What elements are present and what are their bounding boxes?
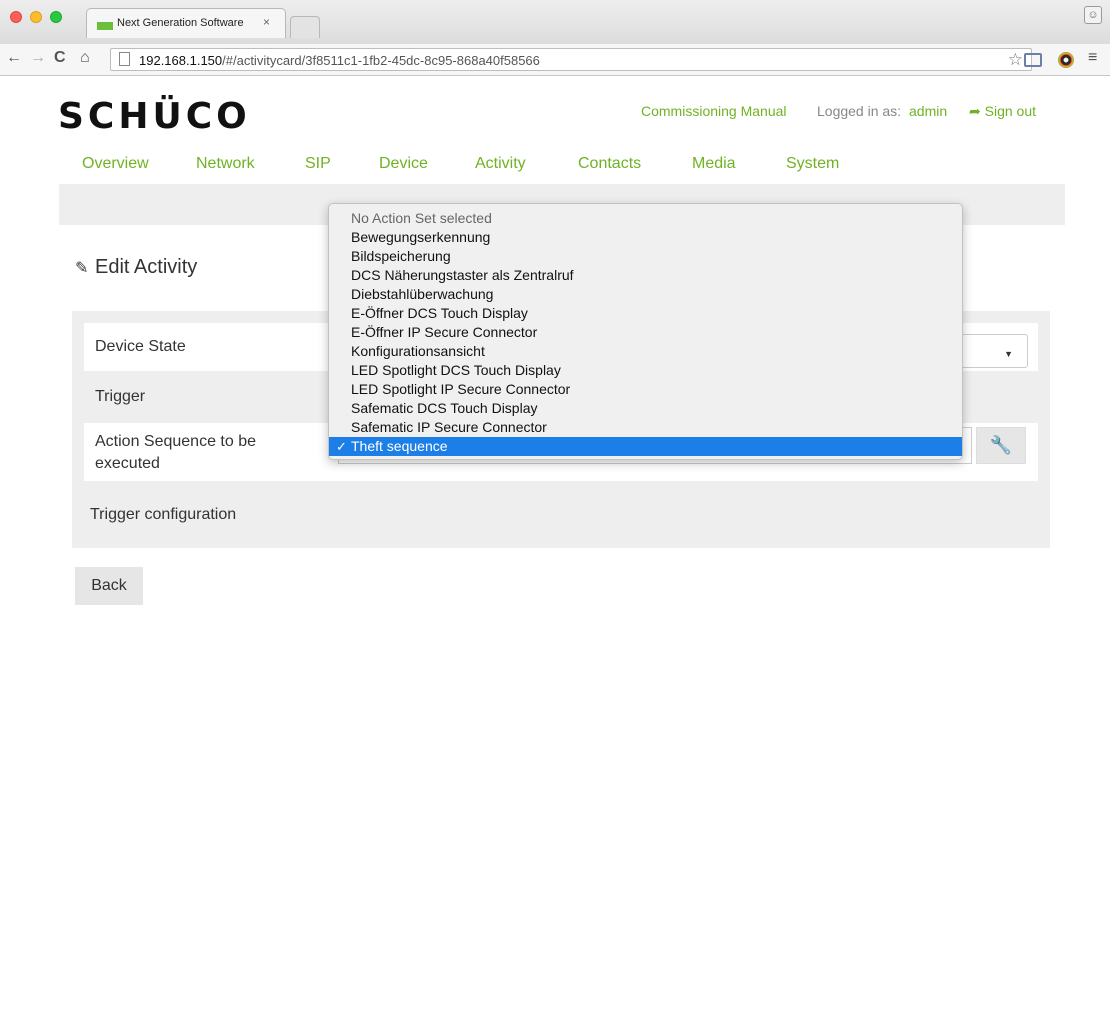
cast-icon[interactable] (1024, 53, 1042, 67)
forward-arrow-icon[interactable]: → (30, 49, 46, 67)
caret-down-icon: ▼ (1004, 349, 1013, 359)
dropdown-option[interactable]: LED Spotlight IP Secure Connector (329, 380, 962, 399)
bookmark-star-icon[interactable]: ☆ (1008, 50, 1023, 70)
nav-network[interactable]: Network (196, 155, 255, 173)
nav-contacts[interactable]: Contacts (578, 155, 641, 173)
trigger-configuration-label: Trigger configuration (90, 506, 237, 523)
dropdown-option[interactable]: LED Spotlight DCS Touch Display (329, 361, 962, 380)
back-arrow-icon[interactable]: ← (6, 49, 22, 67)
dropdown-option[interactable]: Konfigurationsansicht (329, 342, 962, 361)
page-title: ✎ Edit Activity (75, 256, 197, 279)
dropdown-option[interactable]: Safematic DCS Touch Display (329, 399, 962, 418)
url-text: 192.168.1.150/#/activitycard/3f8511c1-1f… (139, 53, 540, 68)
dropdown-option[interactable]: Bewegungserkennung (329, 228, 962, 247)
dropdown-option[interactable]: No Action Set selected (329, 209, 962, 228)
browser-toolbar: ← → C ⌂ 192.168.1.150/#/activitycard/3f8… (0, 44, 1110, 76)
nav-device[interactable]: Device (379, 155, 428, 173)
back-button[interactable]: Back (75, 567, 143, 605)
extension-icon[interactable] (1058, 52, 1074, 68)
selected-option-label: Theft sequence (351, 438, 448, 454)
commissioning-manual-link[interactable]: Commissioning Manual (641, 103, 787, 119)
dropdown-option[interactable]: Bildspeicherung (329, 247, 962, 266)
url-host: 192.168.1.150 (139, 53, 223, 68)
check-icon: ✓ (336, 439, 347, 454)
home-icon[interactable]: ⌂ (80, 49, 90, 67)
schueco-logo: SCHÜCO (58, 96, 251, 137)
close-window-button[interactable] (10, 11, 22, 23)
nav-system[interactable]: System (786, 155, 839, 173)
nav-overview[interactable]: Overview (82, 155, 149, 173)
wrench-icon: 🔧 (989, 435, 1013, 455)
profile-icon[interactable]: ☺ (1084, 6, 1102, 24)
device-state-label: Device State (95, 338, 186, 355)
configure-button[interactable]: 🔧 (976, 427, 1026, 464)
url-path: /#/activitycard/3f8511c1-1fb2-45dc-8c95-… (222, 53, 540, 68)
dropdown-option-selected[interactable]: ✓ Theft sequence (329, 437, 962, 456)
page-title-text: Edit Activity (95, 256, 198, 278)
user-link[interactable]: admin (909, 103, 947, 119)
sign-out-label: Sign out (984, 103, 1036, 119)
dropdown-option[interactable]: Safematic IP Secure Connector (329, 418, 962, 437)
address-bar[interactable]: 192.168.1.150/#/activitycard/3f8511c1-1f… (110, 48, 1032, 71)
nav-media[interactable]: Media (692, 155, 736, 173)
action-set-dropdown: No Action Set selected Bewegungserkennun… (328, 203, 963, 460)
tab-close-icon[interactable]: × (263, 15, 270, 29)
dropdown-option[interactable]: Diebstahlüberwachung (329, 285, 962, 304)
pencil-icon: ✎ (75, 260, 89, 277)
minimize-window-button[interactable] (30, 11, 42, 23)
menu-icon[interactable]: ≡ (1088, 49, 1097, 67)
sign-out-icon: ➦ (969, 103, 985, 119)
nav-sip[interactable]: SIP (305, 155, 331, 173)
reload-icon[interactable]: C (54, 49, 66, 67)
browser-tab[interactable]: Next Generation Software × (86, 8, 286, 38)
browser-titlebar: Next Generation Software × ☺ (0, 0, 1110, 44)
logged-in-label: Logged in as: (817, 103, 902, 119)
favicon-icon (97, 22, 113, 30)
new-tab-button[interactable] (290, 16, 320, 38)
sign-out-link[interactable]: ➦ Sign out (969, 103, 1036, 120)
dropdown-option[interactable]: DCS Näherungstaster als Zentralruf (329, 266, 962, 285)
dropdown-option[interactable]: E-Öffner IP Secure Connector (329, 323, 962, 342)
zoom-window-button[interactable] (50, 11, 62, 23)
page-icon (119, 52, 130, 66)
trigger-label: Trigger (95, 388, 146, 405)
action-sequence-label: Action Sequence to be executed (95, 433, 257, 472)
nav-activity[interactable]: Activity (475, 155, 526, 173)
tab-title: Next Generation Software (117, 17, 244, 29)
dropdown-option[interactable]: E-Öffner DCS Touch Display (329, 304, 962, 323)
